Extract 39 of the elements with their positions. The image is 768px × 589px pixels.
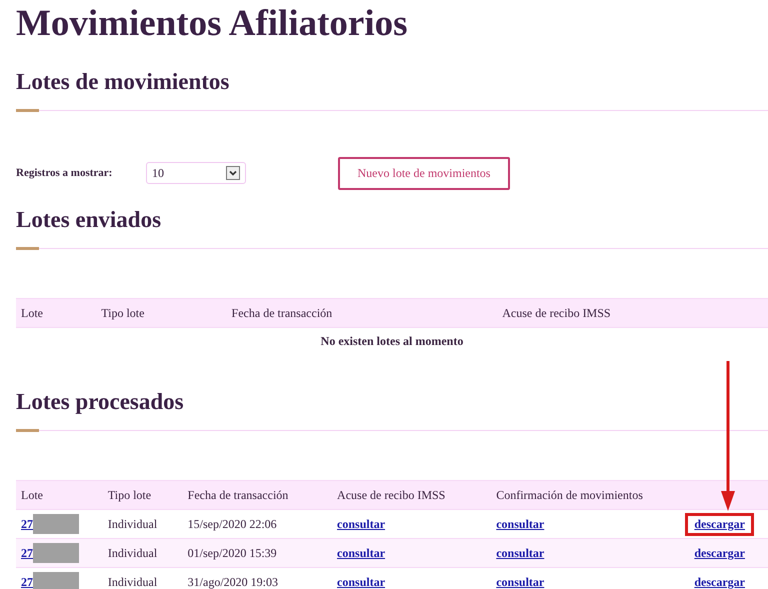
consult-link[interactable]: consultar [496, 574, 544, 588]
records-label: Registros a mostrar: [16, 167, 114, 179]
batch-link[interactable]: 27 [21, 574, 33, 589]
download-link[interactable]: descargar [685, 570, 754, 589]
section-heading: Lotes enviados [16, 206, 162, 234]
column-header: Tipo lote [96, 298, 227, 328]
download-link[interactable]: descargar [685, 512, 754, 536]
table-cell: 31/ago/2020 19:03 [182, 568, 332, 589]
consult-link[interactable]: consultar [496, 546, 544, 560]
table-cell: Individual [102, 568, 183, 589]
table-cell: Individual [102, 538, 183, 568]
column-header: Lote [16, 480, 103, 510]
redaction-block [33, 514, 79, 534]
consult-link[interactable]: consultar [337, 516, 386, 530]
heading-accent [16, 247, 39, 250]
column-header: Fecha de transacción [182, 480, 332, 510]
column-header: Lote [16, 298, 96, 328]
consult-link[interactable]: consultar [337, 546, 386, 560]
column-header: Confirmación de movimientos [491, 480, 680, 510]
empty-message: No existen lotes al momento [16, 328, 768, 354]
table-cell: 01/sep/2020 15:39 [182, 538, 332, 568]
heading-accent [16, 429, 39, 432]
new-batch-button[interactable]: Nuevo lote de movimientos [338, 156, 510, 190]
caret-icon [226, 166, 240, 180]
redaction-block [33, 543, 79, 563]
column-header: Fecha de transacción [226, 298, 498, 328]
records-dropdown[interactable]: 10 [146, 162, 246, 184]
batch-link[interactable]: 27 [21, 516, 33, 532]
page-title: Movimientos Afiliatorios [16, 2, 409, 46]
batch-link[interactable]: 27 [21, 546, 33, 560]
redaction-block [33, 572, 79, 589]
heading-accent [16, 109, 39, 112]
consult-link[interactable]: consultar [337, 574, 386, 588]
column-header: Acuse de recibo IMSS [332, 480, 492, 510]
column-header: Acuse de recibo IMSS [497, 298, 768, 328]
consult-link[interactable]: consultar [496, 516, 544, 530]
section-heading: Lotes de movimientos [16, 68, 230, 96]
section-heading: Lotes procesados [16, 388, 184, 416]
column-header: Tipo lote [102, 480, 183, 510]
